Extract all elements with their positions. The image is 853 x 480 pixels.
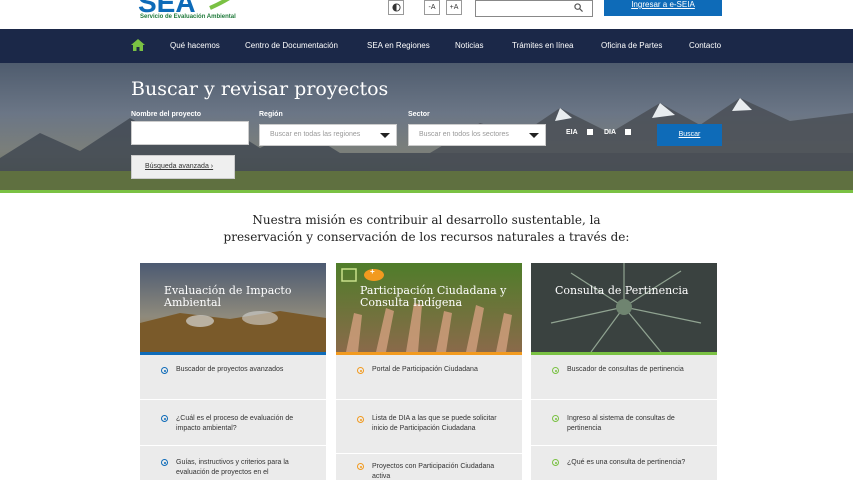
card-link[interactable]: ¿Cuál es el proceso de evaluación de imp…	[140, 401, 326, 446]
card-link[interactable]: Guías, instructivos y criterios para la …	[140, 447, 326, 480]
dia-label: DIA	[604, 129, 617, 136]
advanced-search-button[interactable]: Búsqueda avanzada ›	[131, 155, 235, 179]
card-link-text: Portal de Participación Ciudadana	[372, 366, 478, 373]
card-link[interactable]: Lista de DIA a las que se puede solicita…	[336, 401, 522, 454]
name-label: Nombre del proyecto	[131, 111, 202, 118]
main-nav: Qué hacemos Centro de Documentación SEA …	[0, 29, 853, 63]
card-link[interactable]: Ingreso al sistema de consultas de perti…	[531, 401, 717, 446]
card-image-fern[interactable]: Consulta de Pertinencia	[531, 263, 717, 352]
nav-item-centro-documentacion[interactable]: Centro de Documentación	[245, 41, 338, 50]
card-accent-bar	[336, 352, 522, 355]
logo-subtitle: Servicio de Evaluación Ambiental	[140, 14, 236, 20]
nav-item-sea-regiones[interactable]: SEA en Regiones	[367, 41, 430, 50]
chevron-down-icon	[529, 133, 539, 138]
top-header: SEA Servicio de Evaluación Ambiental -A …	[0, 0, 853, 29]
card-link-text: ¿Qué es una consulta de pertinencia?	[567, 459, 686, 466]
mission-statement: Nuestra misión es contribuir al desarrol…	[0, 212, 853, 246]
circle-bullet-icon	[357, 463, 364, 470]
sector-select[interactable]: Buscar en todos los sectores	[408, 124, 546, 146]
mission-line-1: Nuestra misión es contribuir al desarrol…	[252, 213, 601, 227]
circle-bullet-icon	[161, 367, 168, 374]
card-accent-bar	[140, 352, 326, 355]
card-image-hands[interactable]: + Participación Ciudadana y Consulta Ind…	[336, 263, 522, 352]
circle-bullet-icon	[357, 416, 364, 423]
card-link[interactable]: Buscador de consultas de pertinencia	[531, 361, 717, 400]
plus-badge-icon: +	[370, 267, 375, 276]
card-link-text: Buscador de proyectos avanzados	[176, 366, 284, 373]
circle-bullet-icon	[552, 415, 559, 422]
mission-line-2: preservación y conservación de los recur…	[223, 230, 630, 244]
contrast-button[interactable]	[388, 0, 404, 15]
circle-bullet-icon	[357, 367, 364, 374]
contrast-icon	[391, 3, 401, 12]
region-select[interactable]: Buscar en todas las regiones	[259, 124, 397, 146]
site-search-input[interactable]	[475, 0, 593, 17]
hero-divider	[0, 190, 853, 193]
card-title: Participación Ciudadana y Consulta Indíg…	[360, 284, 507, 309]
card-title: Evaluación de Impacto Ambiental	[164, 284, 292, 309]
card-link[interactable]: Proyectos con Participación Ciudadana ac…	[336, 455, 522, 480]
hero-title: Buscar y revisar proyectos	[131, 78, 389, 100]
card-title: Consulta de Pertinencia	[555, 284, 689, 297]
eia-label: EIA	[566, 129, 578, 136]
search-button[interactable]: Buscar	[657, 124, 722, 146]
circle-bullet-icon	[161, 459, 168, 466]
nav-item-tramites[interactable]: Trámites en línea	[512, 41, 574, 50]
font-decrease-button[interactable]: -A	[424, 0, 440, 15]
nav-item-oficina-partes[interactable]: Oficina de Partes	[601, 41, 662, 50]
card-accent-bar	[531, 352, 717, 355]
sector-select-value: Buscar en todos los sectores	[419, 131, 509, 138]
nav-item-noticias[interactable]: Noticias	[455, 41, 483, 50]
dia-checkbox[interactable]	[625, 129, 631, 135]
card-link-text: Lista de DIA a las que se puede solicita…	[372, 415, 497, 432]
hero-search: Buscar y revisar proyectos Nombre del pr…	[0, 63, 853, 190]
nav-item-contacto[interactable]: Contacto	[689, 41, 721, 50]
card-link[interactable]: ¿Qué es una consulta de pertinencia?	[531, 447, 717, 480]
card-link[interactable]: Buscador de proyectos avanzados	[140, 361, 326, 400]
card-evaluacion: Evaluación de Impacto Ambiental Buscador…	[140, 263, 326, 480]
circle-bullet-icon	[161, 415, 168, 422]
circle-bullet-icon	[552, 459, 559, 466]
card-link-text: Proyectos con Participación Ciudadana ac…	[372, 463, 495, 480]
card-link[interactable]: Portal de Participación Ciudadana	[336, 361, 522, 400]
card-link-text: Ingreso al sistema de consultas de perti…	[567, 415, 675, 432]
card-link-text: ¿Cuál es el proceso de evaluación de imp…	[176, 415, 294, 432]
card-participacion: + Participación Ciudadana y Consulta Ind…	[336, 263, 522, 480]
card-image-geysers[interactable]: Evaluación de Impacto Ambiental	[140, 263, 326, 352]
home-icon[interactable]	[131, 39, 145, 51]
eseia-button[interactable]: Ingresar a e-SEIA	[604, 0, 722, 16]
chevron-down-icon	[380, 133, 390, 138]
card-link-text: Guías, instructivos y criterios para la …	[176, 459, 289, 476]
font-increase-button[interactable]: +A	[446, 0, 462, 15]
nav-item-que-hacemos[interactable]: Qué hacemos	[170, 41, 220, 50]
eia-checkbox[interactable]	[587, 129, 593, 135]
card-pertinencia: Consulta de Pertinencia Buscador de cons…	[531, 263, 717, 480]
circle-bullet-icon	[552, 367, 559, 374]
search-icon[interactable]	[574, 3, 583, 12]
sector-label: Sector	[408, 111, 430, 118]
region-label: Región	[259, 111, 283, 118]
project-name-input[interactable]	[131, 121, 249, 145]
card-link-text: Buscador de consultas de pertinencia	[567, 366, 684, 373]
region-select-value: Buscar en todas las regiones	[270, 131, 361, 138]
